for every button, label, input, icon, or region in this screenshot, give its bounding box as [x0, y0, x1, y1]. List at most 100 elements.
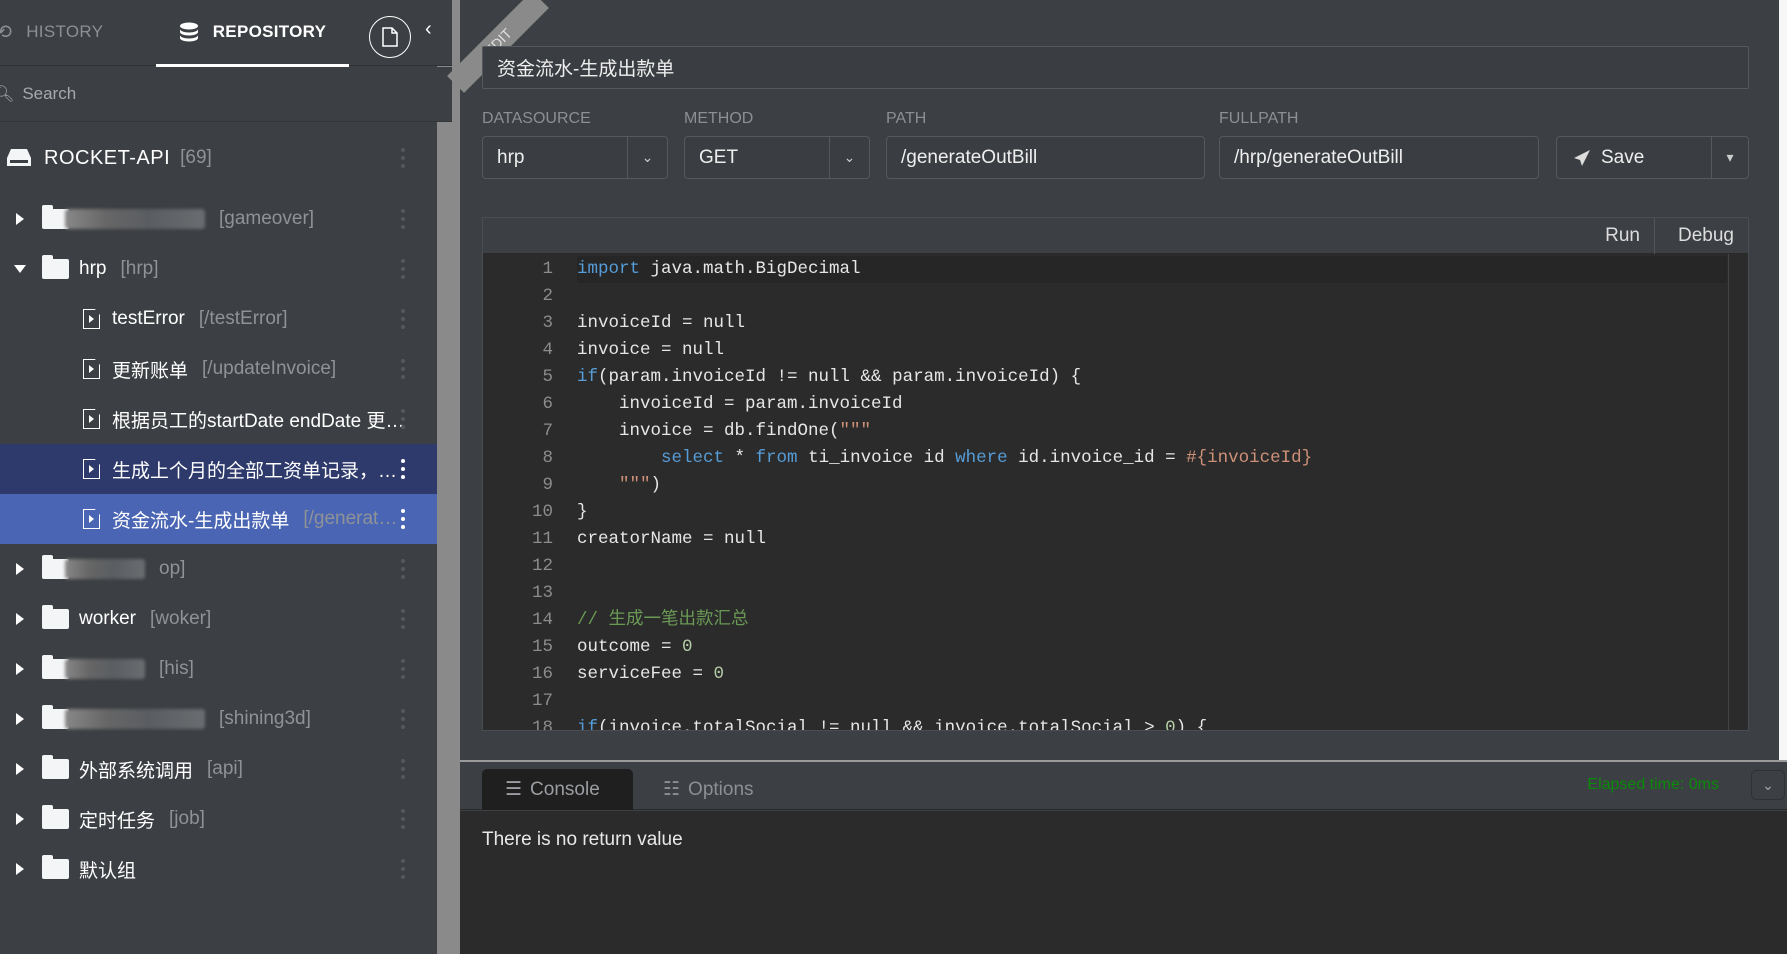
line-number: 1 [542, 259, 553, 279]
collapse-console-button[interactable]: ⌄ [1751, 770, 1785, 800]
search-placeholder: Search [22, 84, 77, 103]
code-line: """) [577, 472, 661, 499]
tree-api-item[interactable]: 生成上个月的全部工资单记录，… [0, 444, 437, 494]
sidebar-resize-handle[interactable] [437, 0, 460, 954]
more-menu-icon[interactable] [401, 209, 405, 229]
folder-icon [42, 855, 69, 879]
caret-right-icon[interactable] [16, 713, 24, 725]
api-file-icon [83, 409, 100, 429]
api-title-input[interactable]: 资金流水-生成出款单 [482, 46, 1749, 89]
debug-button[interactable]: Debug [1678, 218, 1734, 254]
save-options-caret-icon[interactable]: ▾ [1711, 137, 1748, 178]
code-line: } [577, 499, 588, 526]
more-menu-icon[interactable] [401, 809, 405, 829]
item-name: worker [79, 608, 137, 629]
tree-api-item[interactable]: 资金流水-生成出款单 [/generat… [0, 494, 437, 544]
code-token: // 生成一笔出款汇总 [577, 610, 749, 630]
tree-folder[interactable]: worker [woker] [0, 594, 437, 644]
code-token: 0 [713, 664, 725, 684]
line-number: 10 [531, 502, 553, 522]
tab-options[interactable]: ☷ Options [640, 769, 777, 810]
fullpath-input[interactable]: /hrp/generateOutBill [1219, 136, 1539, 179]
code-token: invoiceId = null [577, 313, 746, 333]
search-input[interactable]: 🔍︎ Search [0, 67, 452, 122]
console-tabbar: ☰ Console ☷ Options Elapsed time: 0ms ⌄ [460, 762, 1787, 810]
datasource-select[interactable]: hrp ⌄ [482, 136, 668, 179]
code-token: """ [839, 421, 872, 441]
caret-right-icon[interactable] [16, 213, 24, 225]
root-menu-icon[interactable] [401, 148, 405, 168]
item-path: [job] [169, 808, 205, 829]
code-line: creatorName = null [577, 526, 766, 553]
code-token: select [661, 448, 725, 468]
code-token: if [577, 718, 599, 730]
caret-right-icon[interactable] [16, 813, 24, 825]
code-line: if(param.invoiceId != null && param.invo… [577, 364, 1081, 391]
chevron-down-icon: ⌄ [627, 137, 667, 178]
caret-right-icon[interactable] [16, 863, 24, 875]
folder-icon [42, 805, 69, 829]
tree-folder[interactable]: op] [0, 544, 437, 594]
method-select[interactable]: GET ⌄ [684, 136, 870, 179]
tree-folder[interactable]: [gameover] [0, 194, 437, 244]
folder-icon [42, 755, 69, 779]
page-scrollbar[interactable] [1779, 0, 1787, 760]
run-button[interactable]: Run [1605, 218, 1640, 254]
new-file-button[interactable] [369, 16, 411, 58]
api-title-value: 资金流水-生成出款单 [497, 59, 675, 80]
tree-folder[interactable]: hrp [hrp] [0, 244, 437, 294]
fullpath-label: FULLPATH [1219, 110, 1299, 127]
path-input[interactable]: /generateOutBill [886, 136, 1205, 179]
tree-folder[interactable]: 外部系统调用 [api] [0, 744, 437, 794]
more-menu-icon[interactable] [401, 359, 405, 379]
tree-folder[interactable]: 默认组 [0, 844, 437, 894]
tree-folder[interactable]: 定时任务 [job] [0, 794, 437, 844]
more-menu-icon[interactable] [401, 459, 405, 479]
path-label: PATH [886, 110, 927, 127]
more-menu-icon[interactable] [401, 309, 405, 329]
code-line: // 生成一笔出款汇总 [577, 607, 749, 634]
caret-right-icon[interactable] [16, 663, 24, 675]
tree-root[interactable]: ROCKET-API [69] [0, 133, 437, 183]
chevron-down-icon: ⌄ [1762, 777, 1774, 793]
tab-console[interactable]: ☰ Console [482, 769, 633, 810]
item-path: [gameover] [219, 208, 315, 229]
more-menu-icon[interactable] [401, 409, 405, 429]
code-token: outcome = [577, 637, 683, 657]
code-editor[interactable]: Run Debug 1 import java.math.BigDecimal 2 3… [482, 217, 1749, 731]
line-number: 3 [542, 313, 553, 333]
caret-down-icon[interactable] [14, 265, 26, 273]
more-menu-icon[interactable] [401, 509, 405, 529]
tree-api-item[interactable]: 更新账单 [/updateInvoice] [0, 344, 437, 394]
more-menu-icon[interactable] [401, 609, 405, 629]
code-line: invoiceId = param.invoiceId [577, 391, 903, 418]
more-menu-icon[interactable] [401, 259, 405, 279]
tab-history[interactable]: ⟲ HISTORY [0, 0, 103, 64]
editor-scrollbar[interactable] [1728, 254, 1748, 730]
tree-api-item[interactable]: 根据员工的startDate endDate 更… [0, 394, 437, 444]
tree-folder[interactable]: [shining3d] [0, 694, 437, 744]
item-path: [/testError] [198, 308, 288, 329]
code-line: if(invoice.totalSocial != null && invoic… [577, 715, 1207, 730]
tree-folder[interactable]: [his] [0, 644, 437, 694]
code-token: invoice = db.findOne( [577, 421, 840, 441]
more-menu-icon[interactable] [401, 559, 405, 579]
caret-right-icon[interactable] [16, 763, 24, 775]
save-button[interactable]: Save ▾ [1556, 136, 1749, 179]
more-menu-icon[interactable] [401, 709, 405, 729]
collapse-sidebar-icon[interactable]: ‹ [425, 18, 432, 41]
caret-right-icon[interactable] [16, 613, 24, 625]
caret-right-icon[interactable] [16, 563, 24, 575]
folder-icon [42, 255, 69, 279]
more-menu-icon[interactable] [401, 659, 405, 679]
fullpath-value: /hrp/generateOutBill [1234, 146, 1403, 168]
api-file-icon [83, 509, 100, 529]
line-number: 4 [542, 340, 553, 360]
tree-api-item[interactable]: testError [/testError] [0, 294, 437, 344]
more-menu-icon[interactable] [401, 859, 405, 879]
tab-repository[interactable]: REPOSITORY [156, 0, 349, 67]
code-area[interactable]: 1 import java.math.BigDecimal 2 3 invoiceId … [483, 254, 1748, 730]
line-number: 14 [531, 610, 553, 630]
more-menu-icon[interactable] [401, 759, 405, 779]
